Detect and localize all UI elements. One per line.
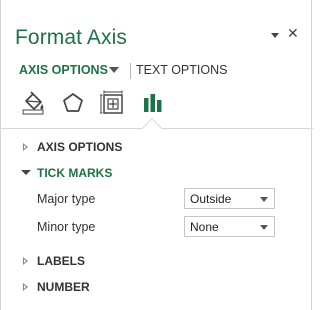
tab-axis-options[interactable]: AXIS OPTIONS xyxy=(19,63,108,77)
section-label: TICK MARKS xyxy=(37,166,113,180)
expand-arrow-icon xyxy=(23,283,28,291)
section-label: AXIS OPTIONS xyxy=(37,140,123,154)
pane-title: Format Axis xyxy=(15,26,127,49)
tab-text-options[interactable]: TEXT OPTIONS xyxy=(136,63,227,77)
pane-options-dropdown-icon[interactable] xyxy=(271,33,279,38)
expand-arrow-icon xyxy=(23,257,28,265)
section-label: LABELS xyxy=(37,254,85,268)
expand-arrow-icon xyxy=(23,143,28,151)
section-labels[interactable]: LABELS xyxy=(21,254,301,270)
chevron-down-icon xyxy=(260,197,268,202)
axis-options-icon[interactable] xyxy=(140,90,164,114)
section-label: NUMBER xyxy=(37,280,90,294)
section-number[interactable]: NUMBER xyxy=(21,280,301,296)
size-properties-icon[interactable] xyxy=(100,90,124,114)
section-axis-options[interactable]: AXIS OPTIONS xyxy=(21,140,301,156)
axis-options-dropdown-icon[interactable] xyxy=(109,67,119,73)
minor-type-select[interactable]: None xyxy=(184,216,275,237)
minor-type-value: None xyxy=(190,220,219,234)
effects-icon[interactable] xyxy=(60,90,84,114)
fill-line-icon[interactable] xyxy=(20,90,44,115)
collapse-arrow-icon xyxy=(21,170,31,175)
tab-separator xyxy=(130,63,131,79)
major-type-label: Major type xyxy=(37,192,96,206)
minor-type-label: Minor type xyxy=(37,220,96,234)
close-icon[interactable]: ✕ xyxy=(287,26,299,42)
format-axis-pane: Format Axis ✕ AXIS OPTIONS TEXT OPTIONS xyxy=(0,0,313,310)
major-type-value: Outside xyxy=(190,192,232,206)
category-icon-row xyxy=(1,88,313,128)
chevron-down-icon xyxy=(260,225,268,230)
major-type-select[interactable]: Outside xyxy=(184,188,275,209)
section-tick-marks[interactable]: TICK MARKS xyxy=(21,166,301,182)
